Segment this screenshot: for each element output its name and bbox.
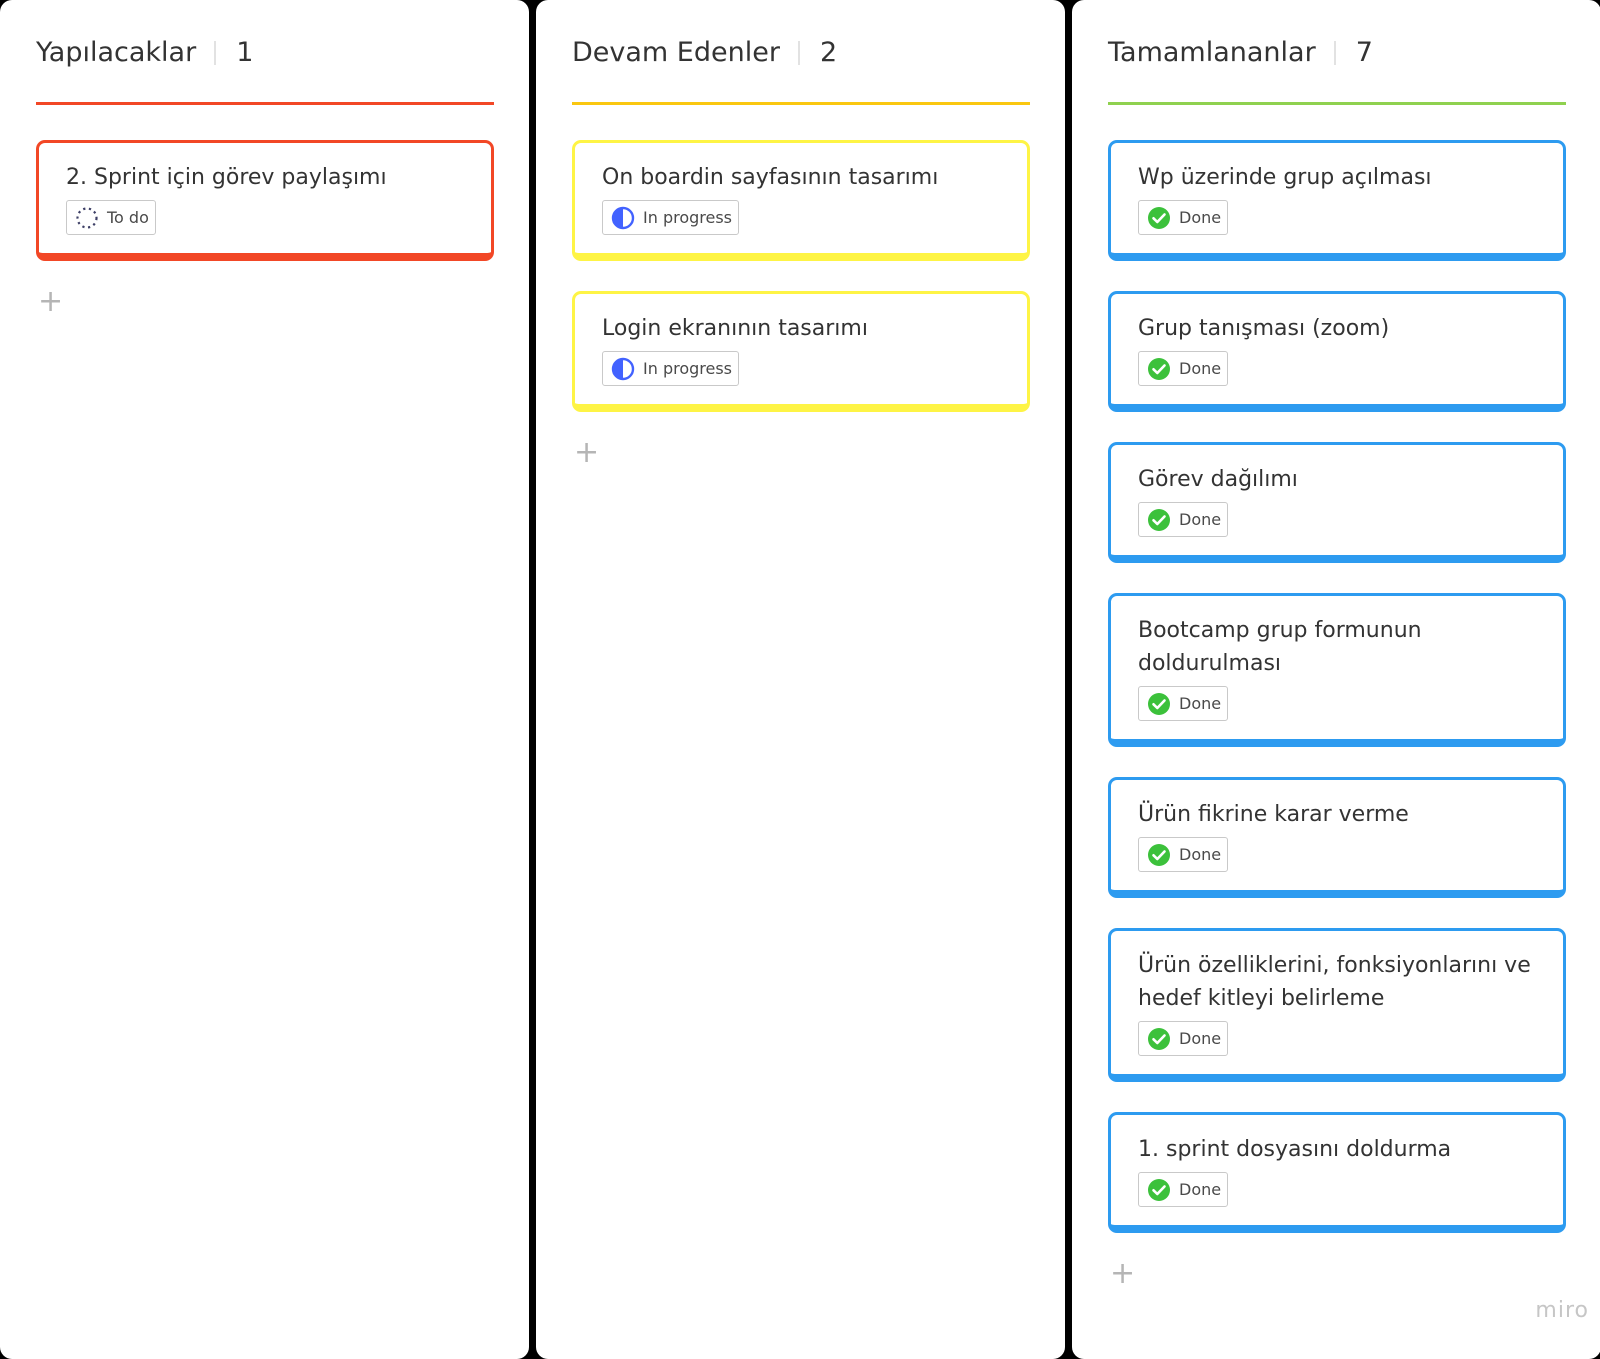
column-header[interactable]: Yapılacaklar 1 bbox=[36, 36, 493, 68]
card-title: Wp üzerinde grup açılması bbox=[1138, 165, 1432, 190]
card-title: Ürün fikrine karar verme bbox=[1138, 802, 1409, 827]
check-circle-icon bbox=[1147, 843, 1171, 867]
status-label: Done bbox=[1179, 1029, 1222, 1048]
status-tag[interactable]: Done bbox=[1138, 1021, 1229, 1056]
column-in-progress: Devam Edenler 2 On boardin sayfasının ta… bbox=[536, 0, 1065, 1359]
status-label: Done bbox=[1179, 1180, 1222, 1199]
status-tag[interactable]: Done bbox=[1138, 502, 1229, 537]
status-tag[interactable]: Done bbox=[1138, 837, 1229, 872]
column-title: Tamamlananlar bbox=[1108, 36, 1316, 68]
column-divider bbox=[36, 102, 494, 105]
column-title: Devam Edenler bbox=[572, 36, 780, 68]
column-done: Tamamlananlar 7 Wp üzerinde grup açılmas… bbox=[1072, 0, 1600, 1359]
task-card[interactable]: On boardin sayfasının tasarımı In progre… bbox=[572, 140, 1030, 261]
status-label: Done bbox=[1179, 845, 1222, 864]
column-title: Yapılacaklar bbox=[36, 36, 197, 68]
add-card-button[interactable]: + bbox=[1110, 1259, 1135, 1289]
task-card[interactable]: Bootcamp grup formunun doldurulması Done bbox=[1108, 593, 1566, 747]
status-tag[interactable]: Done bbox=[1138, 200, 1229, 235]
status-label: Done bbox=[1179, 510, 1222, 529]
check-circle-icon bbox=[1147, 206, 1171, 230]
status-tag[interactable]: Done bbox=[1138, 351, 1229, 386]
status-label: Done bbox=[1179, 208, 1222, 227]
add-card-button[interactable]: + bbox=[38, 287, 63, 317]
miro-logo: miro bbox=[1535, 1298, 1589, 1323]
status-tag[interactable]: In progress bbox=[602, 351, 740, 386]
status-label: In progress bbox=[643, 359, 733, 378]
check-circle-icon bbox=[1147, 1027, 1171, 1051]
status-label: To do bbox=[107, 208, 149, 227]
task-card[interactable]: Ürün özelliklerini, fonksiyonlarını ve h… bbox=[1108, 928, 1566, 1082]
task-card[interactable]: 2. Sprint için görev paylaşımı To do bbox=[36, 140, 494, 261]
column-divider bbox=[1108, 102, 1566, 105]
card-title: On boardin sayfasının tasarımı bbox=[602, 165, 939, 190]
card-title: Login ekranının tasarımı bbox=[602, 316, 868, 341]
task-card[interactable]: Grup tanışması (zoom) Done bbox=[1108, 291, 1566, 412]
check-circle-icon bbox=[1147, 357, 1171, 381]
column-count: 1 bbox=[213, 36, 254, 68]
card-title: 1. sprint dosyasını doldurma bbox=[1138, 1137, 1452, 1162]
card-title: Ürün özelliklerini, fonksiyonlarını ve h… bbox=[1138, 953, 1531, 1011]
task-card[interactable]: Wp üzerinde grup açılması Done bbox=[1108, 140, 1566, 261]
task-card[interactable]: Ürün fikrine karar verme Done bbox=[1108, 777, 1566, 898]
column-header[interactable]: Devam Edenler 2 bbox=[572, 36, 1029, 68]
check-circle-icon bbox=[1147, 508, 1171, 532]
task-card[interactable]: Login ekranının tasarımı In progress bbox=[572, 291, 1030, 412]
check-circle-icon bbox=[1147, 692, 1171, 716]
card-title: Bootcamp grup formunun doldurulması bbox=[1138, 618, 1422, 676]
half-circle-icon bbox=[611, 357, 635, 381]
half-circle-icon bbox=[611, 206, 635, 230]
status-tag[interactable]: Done bbox=[1138, 686, 1229, 721]
kanban-board: Yapılacaklar 1 2. Sprint için görev payl… bbox=[0, 0, 1600, 1359]
status-tag[interactable]: In progress bbox=[602, 200, 740, 235]
card-title: Görev dağılımı bbox=[1138, 467, 1298, 492]
column-divider bbox=[572, 102, 1030, 105]
status-label: Done bbox=[1179, 359, 1222, 378]
status-label: Done bbox=[1179, 694, 1222, 713]
column-count: 2 bbox=[797, 36, 838, 68]
status-label: In progress bbox=[643, 208, 733, 227]
card-title: 2. Sprint için görev paylaşımı bbox=[66, 165, 387, 190]
column-count: 7 bbox=[1333, 36, 1373, 68]
add-card-button[interactable]: + bbox=[574, 438, 599, 468]
task-card[interactable]: Görev dağılımı Done bbox=[1108, 442, 1566, 563]
card-title: Grup tanışması (zoom) bbox=[1138, 316, 1390, 341]
status-tag[interactable]: To do bbox=[66, 200, 156, 235]
dashed-circle-icon bbox=[75, 206, 99, 230]
check-circle-icon bbox=[1147, 1178, 1171, 1202]
column-todo: Yapılacaklar 1 2. Sprint için görev payl… bbox=[0, 0, 529, 1359]
column-header[interactable]: Tamamlananlar 7 bbox=[1108, 36, 1565, 68]
task-card[interactable]: 1. sprint dosyasını doldurma Done bbox=[1108, 1112, 1566, 1233]
status-tag[interactable]: Done bbox=[1138, 1172, 1229, 1207]
